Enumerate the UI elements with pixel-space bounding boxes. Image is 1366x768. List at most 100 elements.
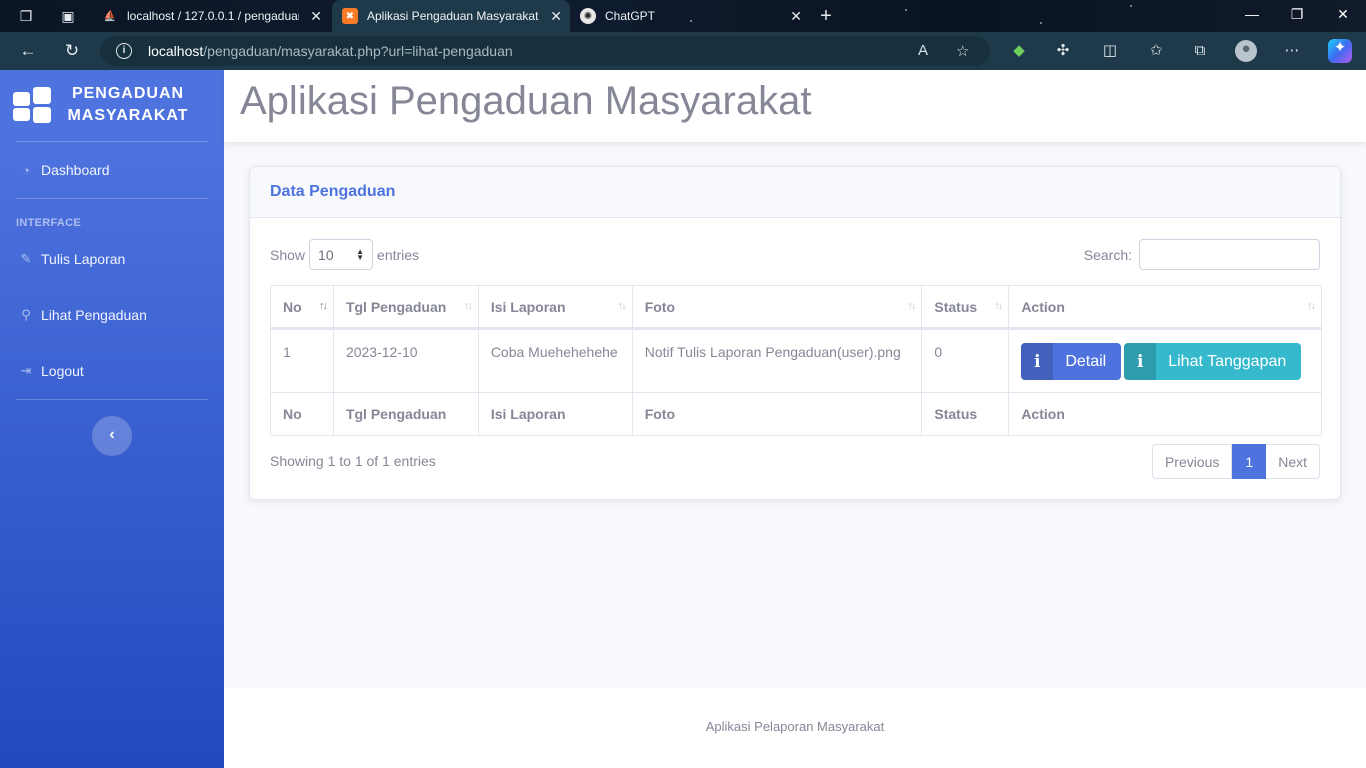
next-page-button[interactable]: Next: [1266, 444, 1320, 479]
browser-tab-aplikasi[interactable]: ✖ Aplikasi Pengaduan Masyarakat ✕: [332, 0, 570, 32]
column-header-action[interactable]: Action ↑↓: [1008, 285, 1322, 330]
back-icon[interactable]: ←: [18, 41, 38, 61]
table-search: Search:: [1084, 239, 1320, 270]
phpmyadmin-icon: ⛵: [103, 10, 117, 22]
topbar: Aplikasi Pengaduan Masyarakat: [224, 70, 1366, 142]
footer-header-no: No: [270, 392, 334, 436]
page-length-select[interactable]: 10 ▲ ▼: [309, 239, 374, 270]
read-aloud-icon[interactable]: A: [918, 42, 928, 59]
footer-header-isi: Isi Laporan: [477, 392, 633, 436]
copilot-icon[interactable]: ✦: [1328, 39, 1352, 63]
sort-icon: ↑↓: [907, 300, 916, 312]
workspaces-icon[interactable]: ❐: [17, 7, 35, 25]
browser-tab-bar: ❐ ▣ ⛵ localhost / 127.0.0.1 / pengaduan …: [0, 0, 1366, 32]
sidebar-item-label: Lihat Pengaduan: [41, 307, 147, 323]
detail-button[interactable]: i Detail: [1021, 343, 1122, 380]
sort-icon: ↑↓: [1307, 300, 1316, 312]
show-label: Show: [270, 246, 306, 263]
sidebar-item-lihat-pengaduan[interactable]: ⚲ Lihat Pengaduan: [18, 307, 147, 323]
address-bar[interactable]: i localhost /pengaduan/masyarakat.php?ur…: [100, 36, 990, 66]
table-header-row: No ↑↓ Tgl Pengaduan ↑↓ Isi Laporan ↑↓ Foto ↑…: [270, 285, 1322, 330]
sidebar-item-logout[interactable]: ⇥ Logout: [18, 363, 84, 379]
tachometer-icon: ◔: [22, 162, 30, 178]
footer-header-action: Action: [1008, 392, 1322, 436]
chatgpt-icon: ✺: [580, 8, 596, 24]
new-tab-icon[interactable]: +: [817, 6, 835, 26]
column-header-isi[interactable]: Isi Laporan ↑↓: [477, 285, 633, 330]
chevron-left-icon: ‹: [109, 426, 115, 443]
edit-icon: ✎: [20, 251, 32, 266]
browser-tab-phpmyadmin[interactable]: ⛵ localhost / 127.0.0.1 / pengaduan ✕: [92, 0, 330, 32]
minimize-icon[interactable]: —: [1242, 6, 1262, 22]
sort-icon: ↑↓: [463, 300, 473, 312]
more-menu-icon[interactable]: ⋯: [1283, 42, 1301, 60]
sign-out-icon: ⇥: [20, 363, 32, 378]
close-tab-icon[interactable]: ✕: [790, 8, 802, 24]
table-info: Showing 1 to 1 of 1 entries: [270, 453, 436, 469]
cell-isi: Coba Muehehehehe: [477, 328, 633, 393]
windows-logo-icon: [13, 87, 51, 123]
extension-icon[interactable]: ◆: [1010, 42, 1028, 60]
split-screen-icon[interactable]: ◫: [1101, 42, 1119, 60]
page-1-button[interactable]: 1: [1232, 444, 1267, 479]
brand-line-1: PENGADUAN: [71, 85, 185, 102]
sidebar-item-label: Tulis Laporan: [41, 251, 126, 267]
refresh-icon[interactable]: ↻: [62, 41, 82, 61]
favorites-icon[interactable]: ✩: [1147, 42, 1165, 60]
page-title: Aplikasi Pengaduan Masyarakat: [240, 79, 812, 123]
favorite-star-icon[interactable]: ☆: [956, 42, 969, 60]
brand-line-2: MASYARAKAT: [67, 107, 189, 124]
sidebar-toggle-button[interactable]: ‹: [92, 416, 132, 456]
close-tab-icon[interactable]: ✕: [550, 8, 562, 24]
sidebar-item-label: Dashboard: [41, 162, 110, 178]
tab-title: Aplikasi Pengaduan Masyarakat: [367, 9, 539, 23]
extensions-puzzle-icon[interactable]: ✣: [1054, 42, 1072, 60]
column-header-tgl[interactable]: Tgl Pengaduan ↑↓: [332, 285, 479, 330]
table-footer-row: No Tgl Pengaduan Isi Laporan Foto Status…: [270, 392, 1322, 436]
sort-icon: ↑↓: [318, 300, 328, 312]
sidebar-divider: [16, 141, 208, 142]
page-length-control: Show 10 ▲ ▼ entries: [270, 239, 419, 270]
browser-tab-chatgpt[interactable]: ✺ ChatGPT ✕: [572, 0, 810, 32]
profile-avatar-icon[interactable]: ●: [1235, 40, 1257, 62]
page-footer: Aplikasi Pelaporan Masyarakat: [224, 688, 1366, 768]
info-icon: i: [1124, 343, 1157, 380]
column-header-foto[interactable]: Foto ↑↓: [631, 285, 923, 330]
brand-text: PENGADUAN MASYARAKAT: [58, 83, 198, 127]
footer-text: Aplikasi Pelaporan Masyarakat: [705, 719, 885, 734]
search-input[interactable]: [1139, 239, 1320, 270]
site-info-icon[interactable]: i: [116, 43, 132, 59]
column-header-no[interactable]: No ↑↓: [270, 285, 334, 330]
collections-icon[interactable]: ⧉: [1191, 42, 1209, 60]
sidebar: PENGADUAN MASYARAKAT ◔ Dashboard INTERFA…: [0, 70, 224, 768]
lihat-tanggapan-button[interactable]: i Lihat Tanggapan: [1124, 343, 1302, 380]
sidebar-heading: INTERFACE: [16, 217, 82, 229]
sidebar-item-dashboard[interactable]: ◔ Dashboard: [18, 162, 110, 178]
pengaduan-table: No ↑↓ Tgl Pengaduan ↑↓ Isi Laporan ↑↓ Foto ↑…: [270, 285, 1322, 436]
close-window-icon[interactable]: ✕: [1333, 6, 1353, 23]
cell-action: i Detail i Lihat Tanggapan: [1008, 328, 1322, 393]
cell-no: 1: [270, 328, 334, 393]
sidebar-divider: [16, 399, 208, 400]
background-star: [905, 9, 907, 11]
sort-icon: ↑↓: [617, 300, 627, 312]
column-header-status[interactable]: Status ↑↓: [921, 285, 1010, 330]
select-arrows-icon: ▲ ▼: [356, 246, 365, 262]
background-star: [1040, 22, 1042, 24]
restore-icon[interactable]: ❐: [1287, 6, 1307, 23]
entries-label: entries: [377, 246, 420, 263]
sidebar-brand[interactable]: PENGADUAN MASYARAKAT: [0, 70, 224, 140]
sidebar-item-tulis-laporan[interactable]: ✎ Tulis Laporan: [18, 251, 126, 267]
table-row: 1 2023-12-10 Coba Muehehehehe Notif Tuli…: [270, 328, 1322, 393]
lihat-tanggapan-label: Lihat Tanggapan: [1168, 352, 1287, 370]
info-icon: i: [1021, 343, 1054, 380]
search-label: Search:: [1083, 246, 1132, 263]
page-length-value: 10: [318, 246, 334, 263]
previous-page-button[interactable]: Previous: [1151, 444, 1233, 479]
tab-actions-icon[interactable]: ▣: [59, 7, 77, 25]
cell-tgl: 2023-12-10: [332, 328, 479, 393]
sort-icon: ↑↓: [994, 300, 1003, 312]
tab-title: localhost / 127.0.0.1 / pengaduan: [127, 9, 299, 23]
search-icon: ⚲: [21, 307, 31, 322]
close-tab-icon[interactable]: ✕: [310, 8, 322, 24]
